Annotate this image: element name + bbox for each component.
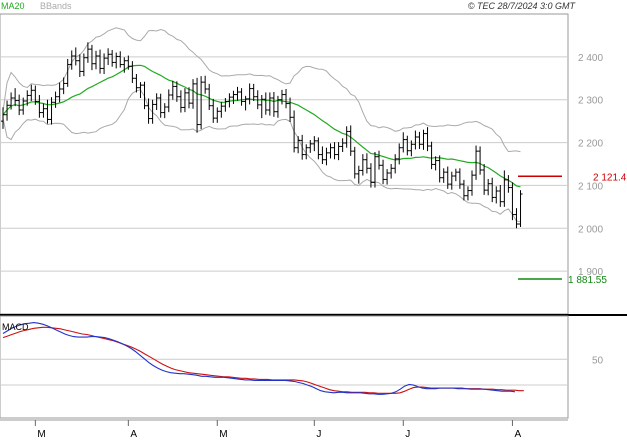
x-tick-label: M <box>37 429 45 440</box>
price-y-axis: 2 4002 3002 2002 1002 0001 900 <box>578 53 603 278</box>
macd-lines <box>2 322 524 395</box>
ma-legend-label: MA20 <box>1 1 25 11</box>
x-tick-label: J <box>316 429 321 440</box>
price-panel-frame <box>0 13 569 315</box>
x-tick-label: M <box>219 429 227 440</box>
x-tick-label: A <box>130 429 137 440</box>
price-tick-label: 2 200 <box>578 139 603 150</box>
macd-panel-frame <box>0 315 569 419</box>
price-candles <box>1 42 523 229</box>
price-tick-label: 2 300 <box>578 96 603 107</box>
support-label: 1 881.55 <box>568 275 607 286</box>
bbands-legend-label: BBands <box>40 1 72 11</box>
price-tick-label: 2 400 <box>578 53 603 64</box>
macd-y-axis: 50 <box>592 355 604 366</box>
macd-gridlines <box>0 358 568 386</box>
x-tick-label: A <box>514 429 521 440</box>
x-axis-ticks: MAMJJA <box>34 420 521 440</box>
copyright-text: © TEC 28/7/2024 3:0 GMT <box>468 1 577 11</box>
price-gridlines <box>0 56 568 272</box>
macd-tick-label: 50 <box>592 355 604 366</box>
stock-chart: 2 4002 3002 2002 1002 0001 900 2 121.4 1… <box>0 1 627 440</box>
x-tick-label: J <box>405 429 410 440</box>
macd-title: MACD <box>2 322 29 332</box>
price-tick-label: 2 000 <box>578 224 603 235</box>
resistance-label: 2 121.4 <box>593 172 627 183</box>
